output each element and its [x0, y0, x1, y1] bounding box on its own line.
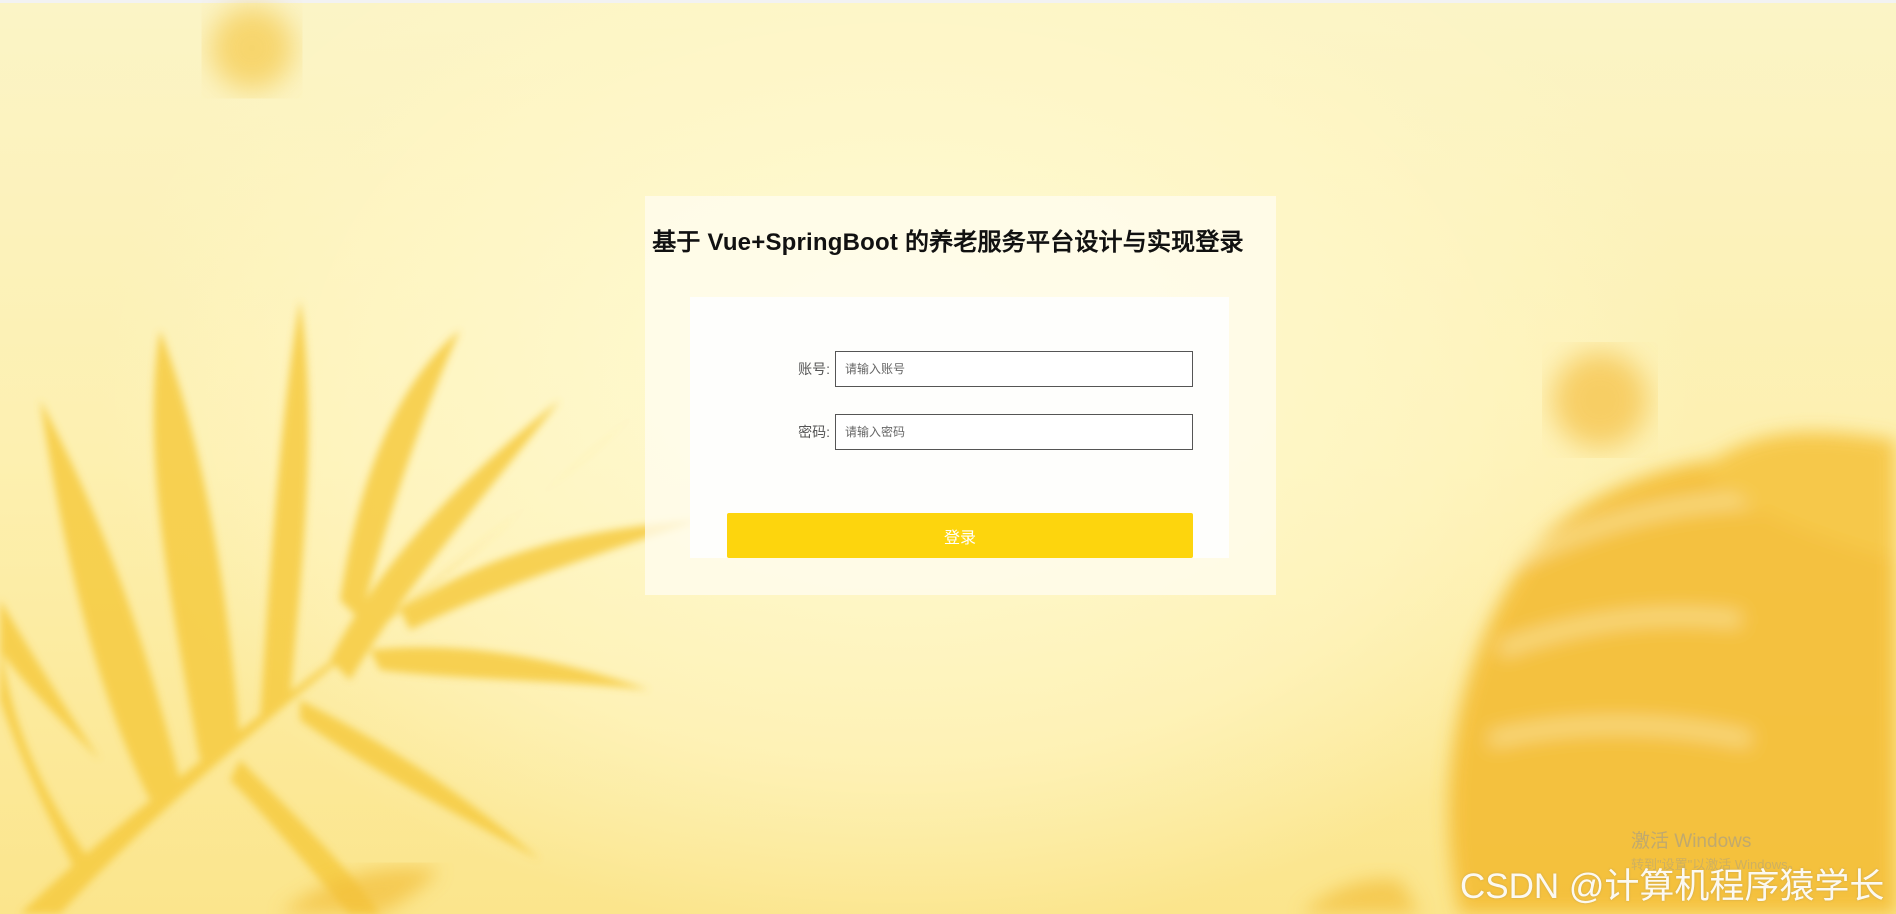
password-input[interactable] [835, 414, 1193, 450]
account-label: 账号: [798, 361, 830, 377]
password-label: 密码: [798, 424, 830, 440]
login-button[interactable]: 登录 [727, 513, 1193, 558]
login-page: 基于 Vue+SpringBoot 的养老服务平台设计与实现登录 账号: 密码:… [0, 0, 1896, 914]
csdn-watermark: CSDN @计算机程序猿学长 [1460, 867, 1885, 906]
account-input[interactable] [835, 351, 1193, 387]
page-title: 基于 Vue+SpringBoot 的养老服务平台设计与实现登录 [652, 229, 1244, 256]
windows-activation-watermark: 激活 Windows [1631, 831, 1752, 852]
